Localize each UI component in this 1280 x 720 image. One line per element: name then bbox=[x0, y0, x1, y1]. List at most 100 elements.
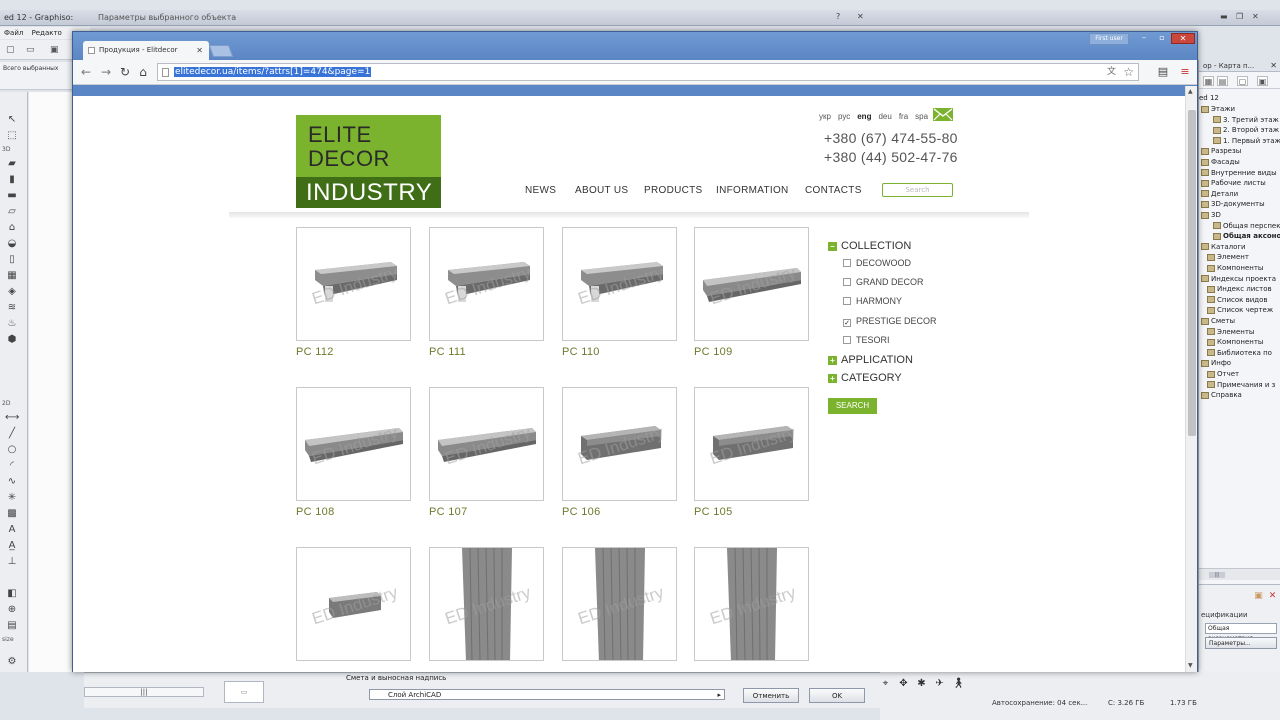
restore-icon[interactable]: ❐ bbox=[1236, 12, 1243, 21]
beam-tool-icon[interactable]: ▬ bbox=[5, 190, 19, 202]
browser-minimize-icon[interactable]: – bbox=[1135, 33, 1153, 44]
morph-tool-icon[interactable]: ⬢ bbox=[5, 334, 19, 346]
tree-item[interactable]: Внутренние виды bbox=[1201, 168, 1277, 178]
tree-item[interactable]: Разрезы bbox=[1201, 146, 1241, 156]
settings-tool-icon[interactable]: ⚙ bbox=[5, 656, 19, 668]
filter-search-button[interactable]: SEARCH bbox=[828, 398, 877, 414]
archicad-canvas[interactable] bbox=[29, 92, 73, 672]
forward-icon[interactable]: → bbox=[98, 64, 114, 80]
roof-tool-icon[interactable]: ⌂ bbox=[5, 222, 19, 234]
dialog-close-icon[interactable]: ✕ bbox=[857, 12, 864, 21]
product-image[interactable]: ED Industry bbox=[562, 387, 677, 501]
tree-item[interactable]: Отчет bbox=[1207, 369, 1239, 379]
zoom-icon[interactable]: ⌖ bbox=[880, 678, 891, 689]
scroll-thumb[interactable]: ||| bbox=[1209, 572, 1225, 578]
browser-menu-icon[interactable]: ≡ bbox=[1177, 64, 1193, 80]
product-name[interactable]: PC 106 bbox=[562, 506, 601, 518]
browser-maximize-icon[interactable]: ▫ bbox=[1153, 33, 1171, 44]
mail-icon[interactable] bbox=[933, 108, 953, 121]
reload-icon[interactable]: ↻ bbox=[117, 64, 133, 80]
marquee-tool-icon[interactable]: ⬚ bbox=[5, 130, 19, 142]
walk-icon[interactable]: 🚶︎ bbox=[952, 678, 965, 689]
scroll-down-icon[interactable]: ▼ bbox=[1188, 662, 1193, 669]
arrow-tool-icon[interactable]: ↖ bbox=[5, 114, 19, 126]
collection-option[interactable]: TESORI bbox=[843, 335, 890, 345]
tree-item[interactable]: Сметы bbox=[1201, 316, 1235, 326]
product-name[interactable]: PC 109 bbox=[694, 346, 733, 358]
object-tool-icon[interactable]: ◈ bbox=[5, 286, 19, 298]
product-name[interactable]: PC 111 bbox=[429, 346, 466, 358]
tree-item[interactable]: 2. Второй этаж bbox=[1213, 125, 1279, 135]
lamp-tool-icon[interactable]: ♨ bbox=[5, 318, 19, 330]
translate-icon[interactable]: 文 bbox=[1107, 64, 1116, 80]
product-image[interactable]: ED Industry bbox=[694, 387, 809, 501]
product-name[interactable]: PC 107 bbox=[429, 506, 468, 518]
cancel-button[interactable]: Отменить bbox=[743, 688, 799, 703]
profile-button[interactable]: First user bbox=[1089, 33, 1129, 45]
address-bar[interactable]: elitedecor.ua/items/?attrs[1]=474&page=1… bbox=[157, 63, 1139, 81]
nav-information[interactable]: INFORMATION bbox=[716, 185, 789, 196]
marker-tool-icon[interactable]: ⊕ bbox=[5, 604, 19, 616]
product-image[interactable]: ED Industry bbox=[694, 547, 809, 661]
tree-item[interactable]: Справка bbox=[1201, 390, 1242, 400]
language-5[interactable]: spa bbox=[915, 112, 928, 121]
back-icon[interactable]: ← bbox=[78, 64, 94, 80]
checkbox[interactable] bbox=[843, 297, 851, 306]
label-tool-icon[interactable]: A̲ bbox=[5, 540, 19, 552]
product-image[interactable]: ED Industry bbox=[429, 227, 544, 341]
tree-item[interactable]: Рабочие листы bbox=[1201, 178, 1266, 188]
browser-close-icon[interactable]: ✕ bbox=[1171, 33, 1195, 44]
folder-icon[interactable]: ▣ bbox=[1253, 591, 1264, 602]
parameters-button[interactable]: Параметры... bbox=[1205, 637, 1277, 649]
pan-icon[interactable]: ✥ bbox=[898, 678, 909, 689]
product-name[interactable]: PC 110 bbox=[562, 346, 600, 358]
layout-book-icon[interactable]: ▢ bbox=[1237, 76, 1248, 86]
circle-tool-icon[interactable]: ○ bbox=[5, 444, 19, 456]
camera-tool-icon[interactable]: ◧ bbox=[5, 588, 19, 600]
filter-category[interactable]: + CATEGORY bbox=[828, 372, 902, 384]
tree-item[interactable]: 1. Первый этаж bbox=[1213, 136, 1280, 146]
extension-icon[interactable]: ▤ bbox=[1155, 64, 1171, 80]
site-search-input[interactable]: Search bbox=[882, 183, 953, 197]
filter-application[interactable]: + APPLICATION bbox=[828, 354, 913, 366]
nav-products[interactable]: PRODUCTS bbox=[644, 185, 703, 196]
product-name[interactable]: PC 108 bbox=[296, 506, 335, 518]
page-scroll-thumb[interactable] bbox=[1188, 110, 1196, 436]
navigator-close-icon[interactable]: ✕ bbox=[1270, 61, 1277, 70]
scroll-up-icon[interactable]: ▲ bbox=[1188, 88, 1193, 95]
wall-tool-icon[interactable]: ▰ bbox=[5, 158, 19, 170]
site-logo[interactable]: ELITE DECOR INDUSTRY bbox=[296, 115, 441, 208]
checkbox[interactable]: ✓ bbox=[843, 318, 851, 327]
menu-file[interactable]: Файл bbox=[4, 29, 23, 37]
tree-item[interactable]: Этажи bbox=[1201, 104, 1235, 114]
column-tool-icon[interactable]: ▮ bbox=[5, 174, 19, 186]
publisher-icon[interactable]: ▣ bbox=[1257, 76, 1268, 86]
tree-item[interactable]: Каталоги bbox=[1201, 242, 1246, 252]
home-icon[interactable]: ⌂ bbox=[135, 64, 151, 80]
layer-select[interactable]: Слой ArchiCAD ▸ bbox=[369, 689, 725, 700]
tree-item[interactable]: Элементы bbox=[1207, 327, 1254, 337]
product-name[interactable]: PC 112 bbox=[296, 346, 334, 358]
product-image[interactable]: ED Industry bbox=[694, 227, 809, 341]
help-icon[interactable]: ? bbox=[836, 12, 840, 21]
minimize-icon[interactable]: ▬ bbox=[1220, 12, 1228, 21]
checkbox[interactable] bbox=[843, 335, 851, 344]
product-image[interactable]: ED Industry bbox=[429, 387, 544, 501]
tree-item[interactable]: Индексы проекта bbox=[1201, 274, 1276, 284]
new-file-icon[interactable]: ▢ bbox=[6, 45, 17, 56]
orbit-icon[interactable]: ✱ bbox=[916, 678, 927, 689]
nav-about-us[interactable]: ABOUT US bbox=[575, 185, 628, 196]
tree-item[interactable]: 3. Третий этаж bbox=[1213, 115, 1279, 125]
stair-tool-icon[interactable]: ≋ bbox=[5, 302, 19, 314]
tree-item[interactable]: Компоненты bbox=[1207, 263, 1263, 273]
language-0[interactable]: укр bbox=[819, 112, 831, 121]
door-tool-icon[interactable]: ▯ bbox=[5, 254, 19, 266]
text-tool-icon[interactable]: A bbox=[5, 524, 19, 536]
tab-close-icon[interactable]: ✕ bbox=[196, 41, 203, 60]
open-folder-icon[interactable]: ▭ bbox=[26, 45, 37, 56]
menu-edit[interactable]: Редакто bbox=[32, 29, 62, 37]
tree-item[interactable]: 3D bbox=[1201, 210, 1221, 220]
tree-item[interactable]: Элемент bbox=[1207, 252, 1249, 262]
view-map-icon[interactable]: ▤ bbox=[1217, 76, 1228, 86]
line-tool-icon[interactable]: ╱ bbox=[5, 428, 19, 440]
